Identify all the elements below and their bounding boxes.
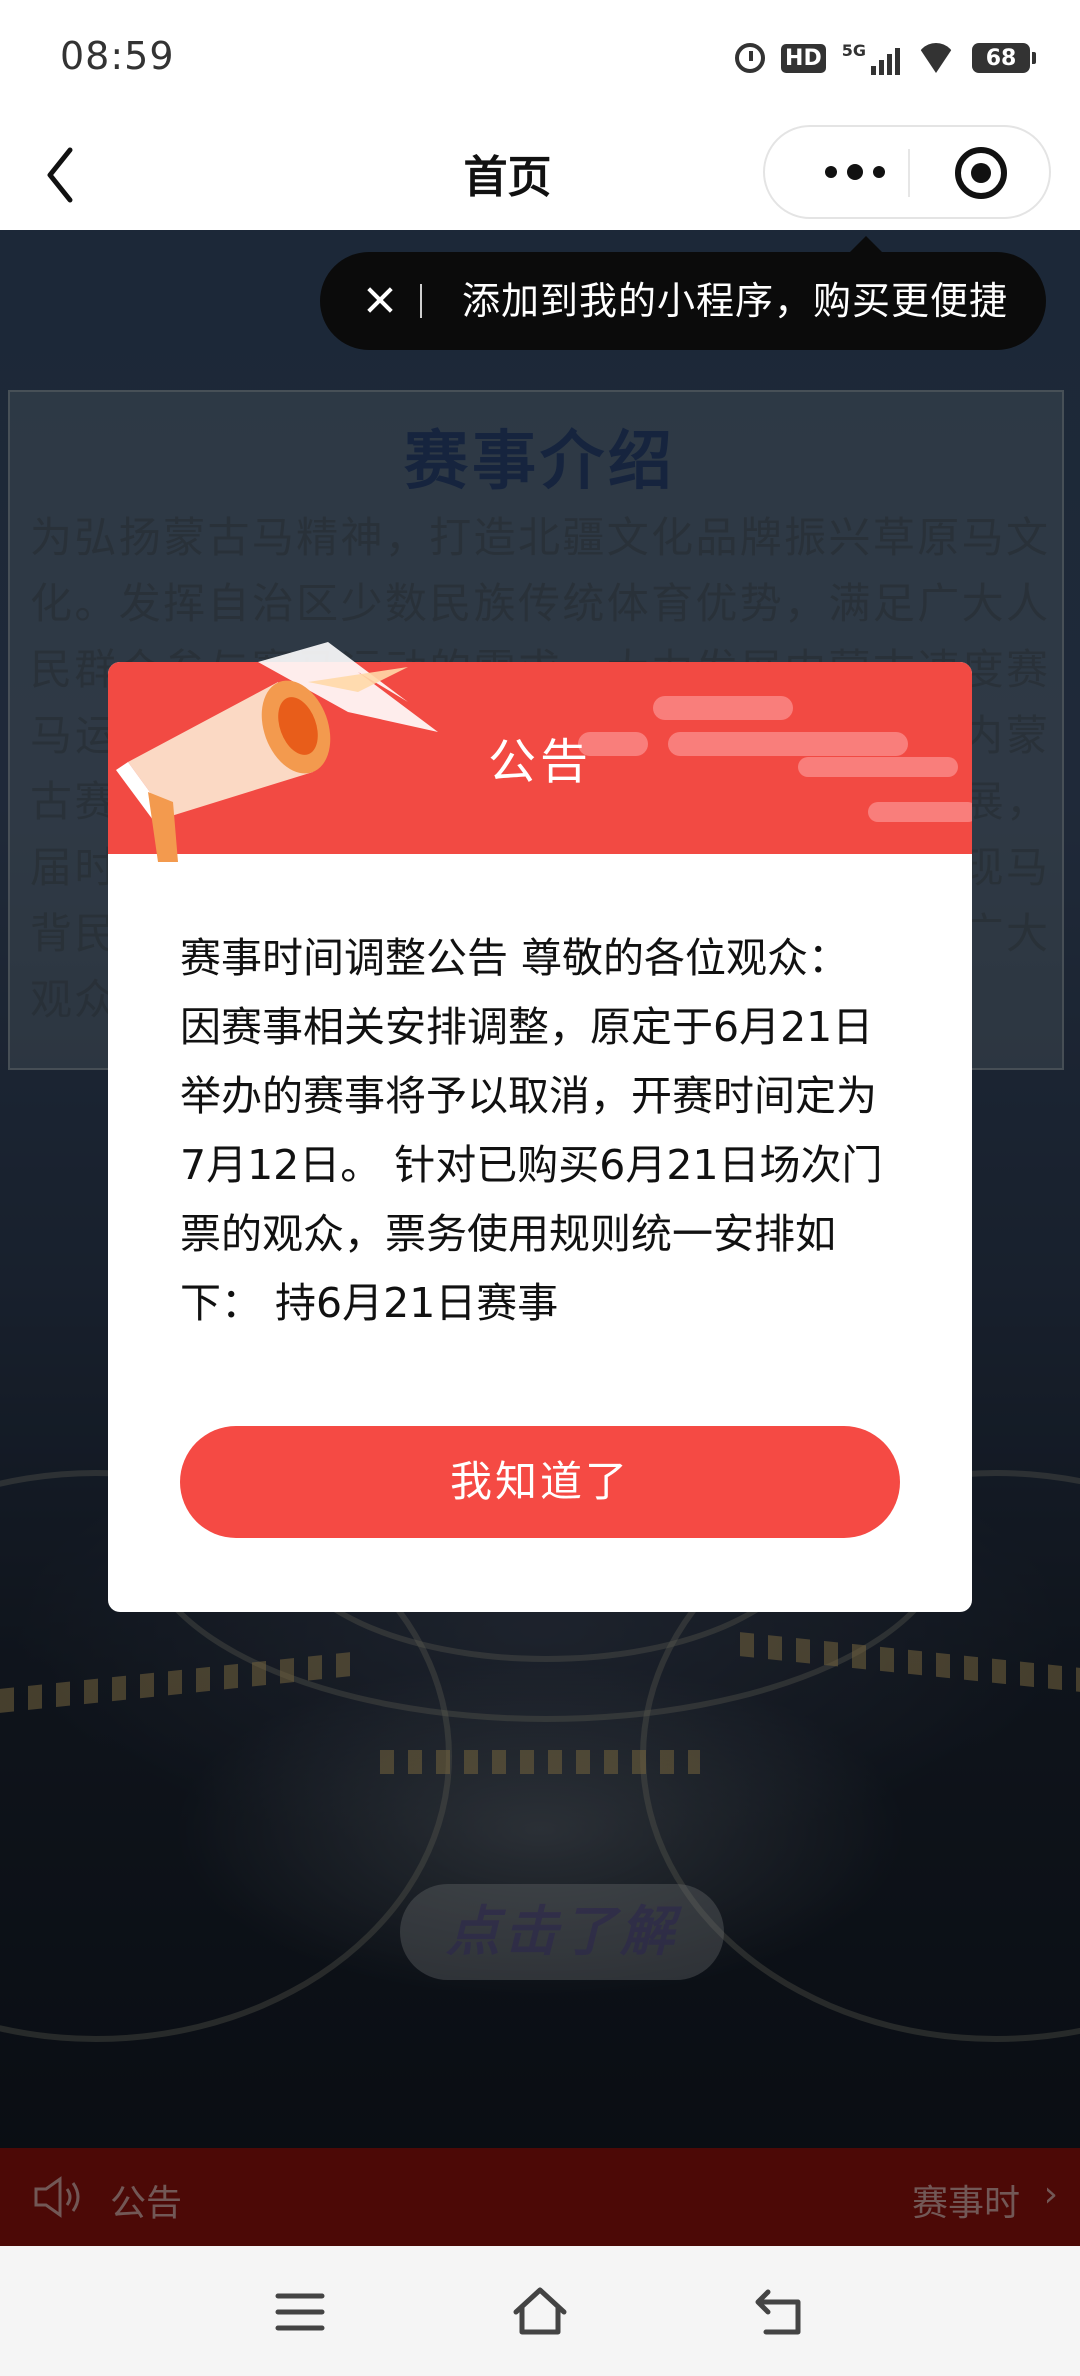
wifi-icon <box>916 43 956 73</box>
alarm-clock-icon <box>735 43 766 73</box>
announcement-text: 赛事时间调整公告 尊敬的各位观众： 因赛事相关安排调整，原定于6月21日举办的赛… <box>180 934 883 1327</box>
more-dots-icon <box>825 166 837 178</box>
back-icon[interactable] <box>750 2282 810 2342</box>
capsule-divider <box>908 149 910 197</box>
battery-icon: 68 <box>972 43 1036 73</box>
megaphone-icon <box>116 642 438 862</box>
close-mini-program-button[interactable] <box>955 147 1007 199</box>
tooltip-divider <box>420 284 422 318</box>
more-button[interactable] <box>805 127 905 217</box>
status-bar: 08:59 HD 5G 68 <box>0 0 1080 115</box>
notice-marquee-bar[interactable]: 公告 赛事时 › <box>0 2148 1080 2246</box>
network-type-label: 5G <box>841 41 866 60</box>
cellular-signal-icon: 5G <box>842 41 900 75</box>
acknowledge-button[interactable]: 我知道了 <box>180 1426 900 1538</box>
notice-bar-dim <box>0 2148 1080 2246</box>
add-to-my-mini-programs-tooltip: 添加到我的小程序，购买更便捷 <box>320 236 1046 350</box>
status-icons: HD 5G 68 <box>735 38 1036 78</box>
tooltip-text: 添加到我的小程序，购买更便捷 <box>462 279 1009 323</box>
menu-icon[interactable] <box>270 2282 330 2342</box>
mini-program-nav-bar: 首页 <box>0 115 1080 230</box>
system-navigation-bar <box>0 2246 1080 2376</box>
menu-capsule <box>763 125 1051 219</box>
hd-icon: HD <box>781 43 826 73</box>
status-time: 08:59 <box>60 34 175 78</box>
close-icon[interactable] <box>355 276 405 326</box>
home-icon[interactable] <box>510 2282 570 2342</box>
